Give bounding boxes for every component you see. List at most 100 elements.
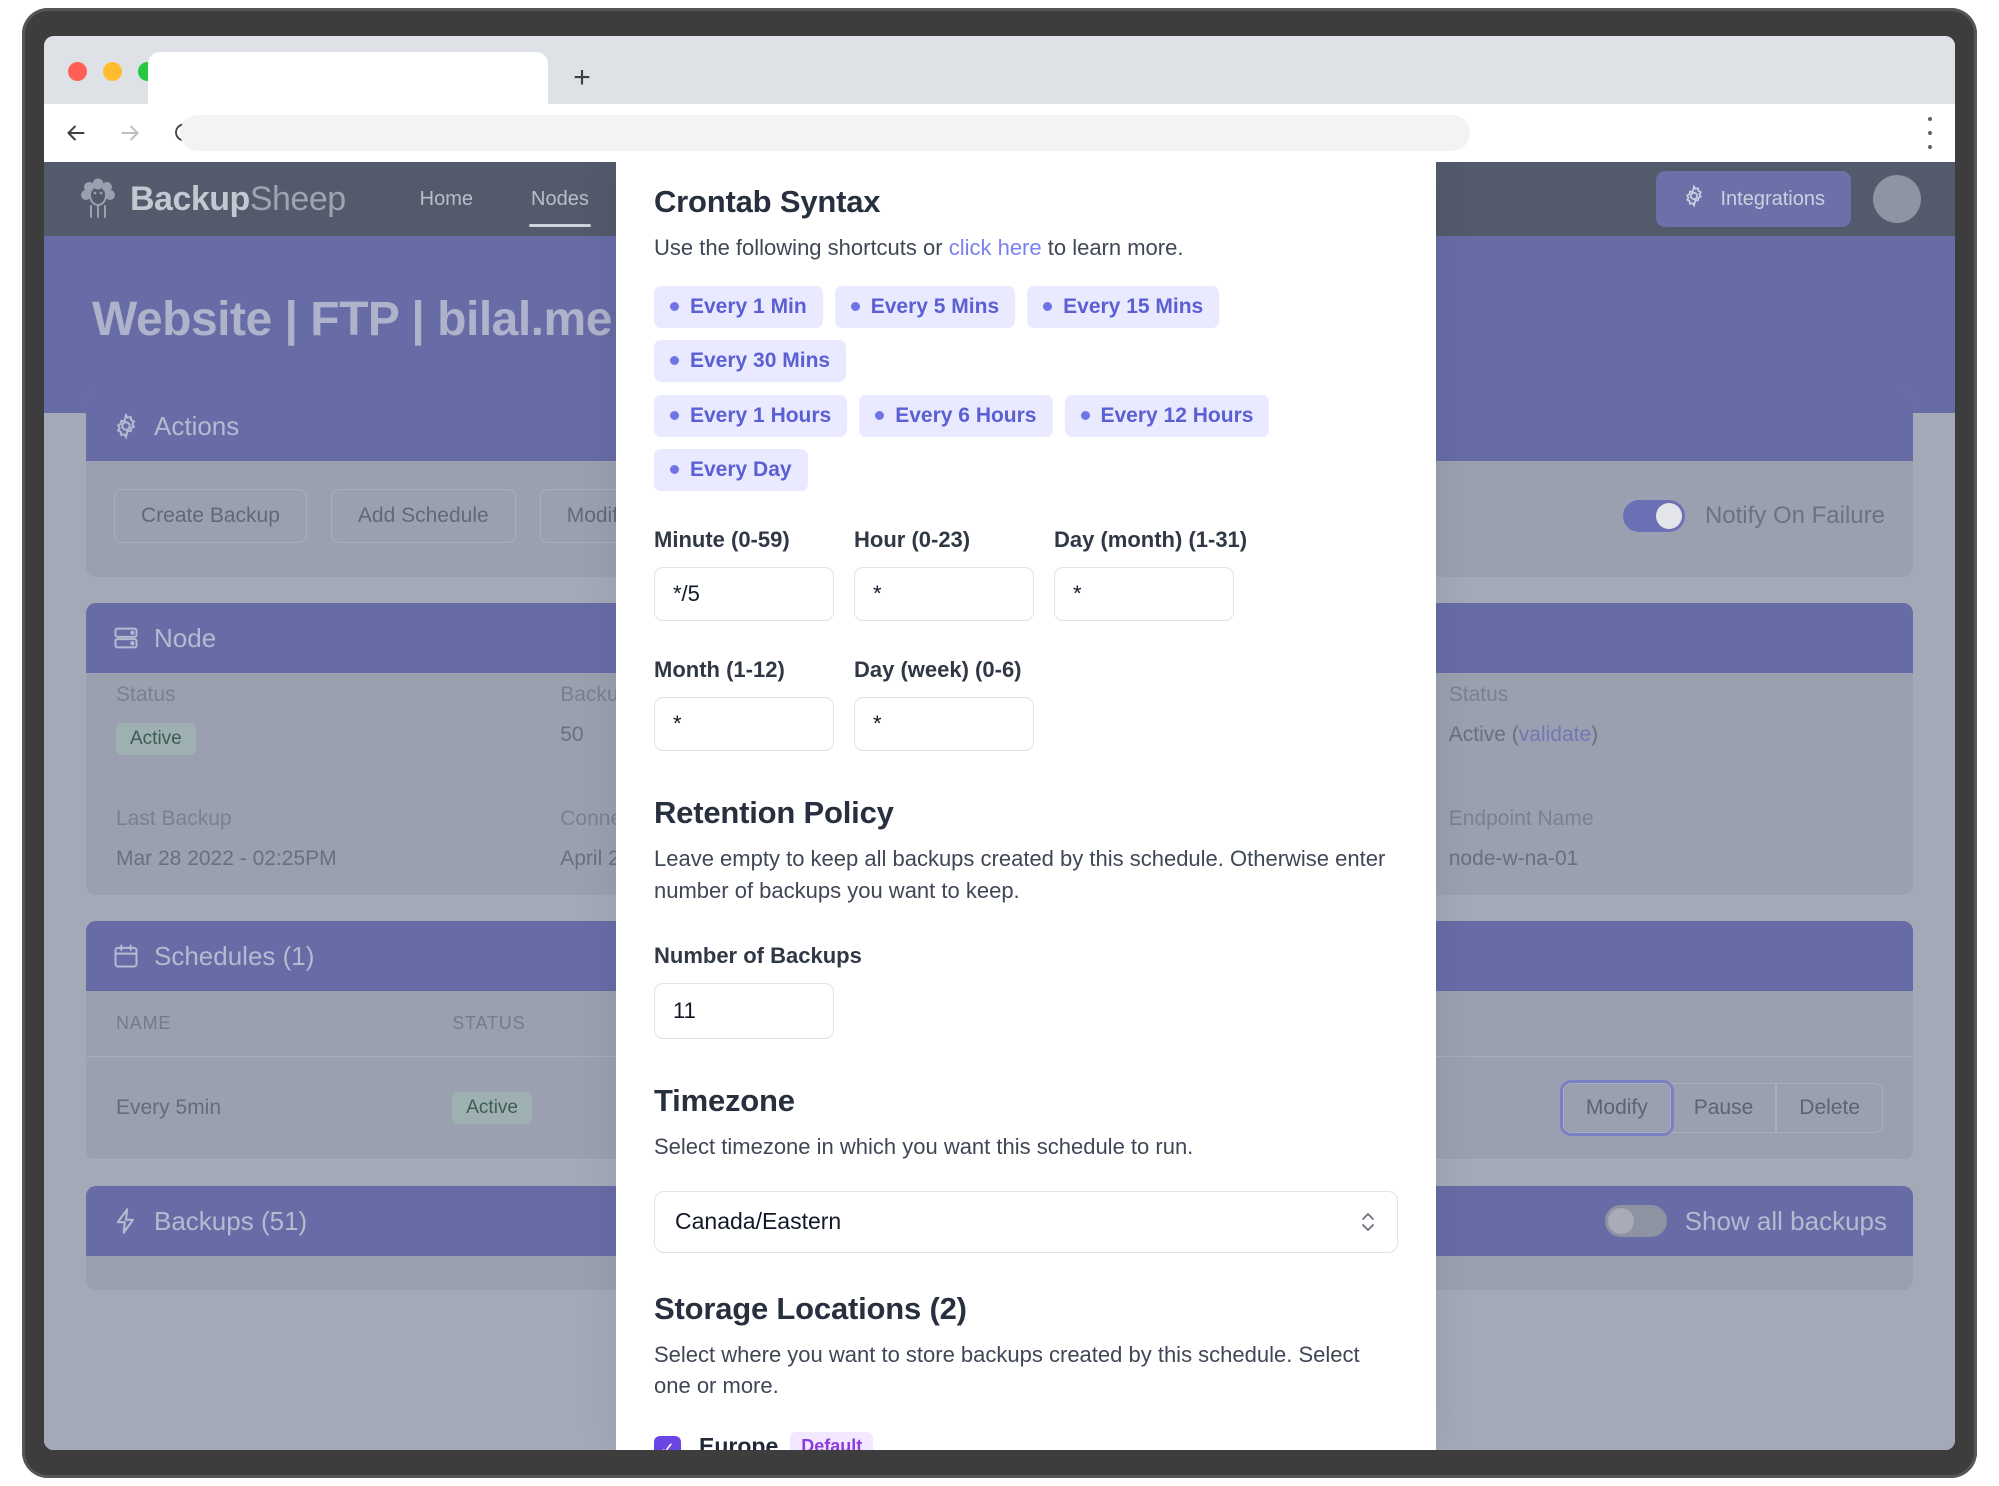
browser-tab[interactable] [148,52,548,104]
shortcut-label: Every 15 Mins [1063,294,1204,318]
number-of-backups-input[interactable]: 11 [654,982,834,1039]
kebab-menu-icon[interactable] [1927,117,1933,149]
crontab-field-row-2: Month (1-12) * Day (week) (0-6) * [654,657,1398,751]
timezone-heading: Timezone [654,1082,795,1118]
row-delete-button[interactable]: Delete [1776,1083,1883,1133]
bullet-icon [670,302,679,312]
day-week-field-group: Day (week) (0-6) * [854,657,1034,751]
storage-checkbox-checked-icon[interactable]: ✓ [654,1436,681,1450]
new-tab-button[interactable]: + [564,60,600,96]
bullet-icon [670,411,679,421]
storage-location-item[interactable]: ✓ Europe Default BackupSheep [654,1432,1398,1450]
storage-item-name-row: Europe Default [699,1432,874,1450]
forward-arrow-icon[interactable] [108,111,152,155]
address-bar[interactable] [180,115,1470,151]
field-label: Status [1448,683,1509,706]
status-badge: Active [452,1092,532,1124]
crontab-heading: Crontab Syntax [654,184,881,219]
notify-on-failure-toggle[interactable] [1622,500,1685,532]
actions-button-row: Create Backup Add Schedule Modify [114,489,656,543]
brand-text: BackupSheep [130,180,346,219]
node-card-title: Node [154,622,217,653]
retention-section: Retention Policy Leave empty to keep all… [654,795,1398,1039]
month-field-group: Month (1-12) * [654,657,834,751]
storage-default-badge: Default [790,1432,874,1450]
minute-input[interactable]: */5 [654,566,834,621]
row-pause-button[interactable]: Pause [1670,1083,1777,1133]
minimize-window-button[interactable] [103,62,122,81]
node-field: Status Active (validate) [1449,683,1883,755]
timezone-section: Timezone Select timezone in which you wa… [654,1083,1398,1253]
bullet-icon [875,411,885,421]
month-input[interactable]: * [654,696,834,751]
bullet-icon [1080,411,1090,421]
timezone-selected-value: Canada/Eastern [675,1208,842,1235]
storage-description: Select where you want to store backups c… [654,1341,1360,1399]
schedule-modal: Crontab Syntax Use the following shortcu… [616,162,1436,1450]
shortcut-label: Every 1 Hours [690,403,832,427]
shortcut-label: Every 5 Mins [870,294,1000,318]
crontab-shortcut-row-2: Every 1 Hours Every 6 Hours Every 12 Hou… [654,394,1398,491]
integrations-button[interactable]: Integrations [1656,171,1851,227]
show-all-backups-group[interactable]: Show all backups [1604,1205,1887,1237]
field-label: Last Backup [116,807,232,830]
shortcut-every-1-hours[interactable]: Every 1 Hours [654,394,848,437]
shortcut-label: Every 6 Hours [895,403,1037,427]
calendar-icon [112,942,140,970]
hour-input[interactable]: * [854,566,1034,621]
avatar[interactable] [1873,175,1921,223]
hour-label: Hour (0-23) [854,526,971,552]
shortcut-every-15-mins[interactable]: Every 15 Mins [1027,285,1220,328]
brand-logo[interactable]: BackupSheep [78,178,346,220]
shortcut-every-30-mins[interactable]: Every 30 Mins [654,339,847,382]
day-week-input[interactable]: * [854,696,1034,751]
back-arrow-icon[interactable] [54,111,98,155]
app-viewport: BackupSheep Home Nodes Integrations Webs… [44,162,1955,1450]
number-of-backups-group: Number of Backups 11 [654,943,862,1039]
timezone-select[interactable]: Canada/Eastern [654,1190,1398,1253]
sheep-logo-icon [78,178,118,220]
browser-toolbar [44,104,1955,162]
field-value: Active (validate) [1448,723,1599,746]
row-modify-button[interactable]: Modify [1562,1083,1671,1133]
crontab-section: Crontab Syntax Use the following shortcu… [654,184,1398,751]
shortcut-every-12-hours[interactable]: Every 12 Hours [1064,394,1270,437]
actions-card-title: Actions [154,410,240,441]
device-frame: + BackupSheep Home Nodes Integrations We… [0,0,1999,1486]
shortcut-every-1-min[interactable]: Every 1 Min [654,285,823,328]
field-label: Endpoint Name [1448,807,1594,830]
notify-on-failure-label: Notify On Failure [1704,502,1885,529]
month-label: Month (1-12) [654,656,785,682]
browser-tab-bar: + [44,36,1955,104]
show-all-backups-toggle[interactable] [1604,1205,1667,1237]
close-window-button[interactable] [68,62,87,81]
notify-on-failure-group[interactable]: Notify On Failure [1622,500,1885,532]
storage-item-text: Europe Default BackupSheep [699,1432,874,1450]
click-here-link[interactable]: click here [949,235,1042,260]
shortcut-every-6-hours[interactable]: Every 6 Hours [859,394,1053,437]
brand-light: Sheep [249,179,346,218]
hour-field-group: Hour (0-23) * [854,527,1034,621]
gear-icon [112,412,140,440]
field-label: Status [116,683,176,706]
day-month-input[interactable]: * [1054,566,1234,621]
window-controls[interactable] [68,62,157,81]
nav-item-nodes[interactable]: Nodes [529,164,591,235]
column-header-name: NAME [86,991,423,1057]
screen: + BackupSheep Home Nodes Integrations We… [44,36,1955,1450]
create-backup-button[interactable]: Create Backup [114,489,307,543]
shortcut-every-5-mins[interactable]: Every 5 Mins [834,285,1016,328]
day-week-label: Day (week) (0-6) [854,656,1022,682]
add-schedule-button[interactable]: Add Schedule [330,489,516,543]
storage-section: Storage Locations (2) Select where you w… [654,1291,1398,1450]
row-action-group: Modify Pause Delete [1562,1083,1883,1133]
gear-icon [1682,184,1706,214]
validate-link[interactable]: validate [1519,723,1591,746]
field-value: node-w-na-01 [1448,847,1579,870]
minute-label: Minute (0-59) [654,526,790,552]
bullet-icon [1043,302,1053,312]
nav-item-home[interactable]: Home [418,164,475,235]
node-field: Status Active [116,683,550,755]
storage-item-name: Europe [699,1433,779,1450]
shortcut-every-day[interactable]: Every Day [654,448,808,491]
